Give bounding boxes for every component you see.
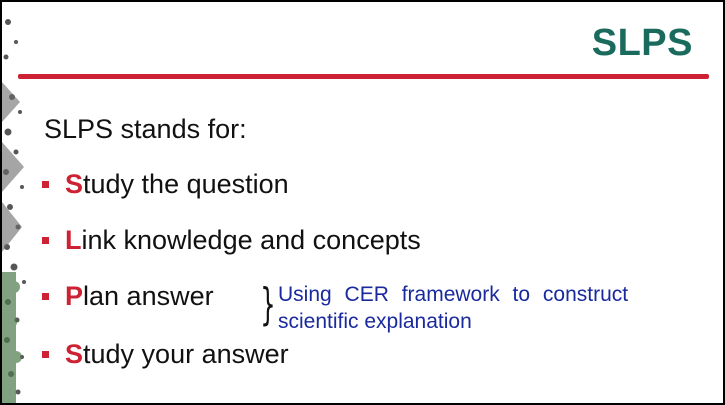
bullet-link-knowledge: L ink knowledge and concepts bbox=[42, 225, 421, 256]
curly-brace-icon: } bbox=[260, 279, 276, 330]
bullet-text: tudy your answer bbox=[83, 339, 289, 369]
cer-note-line-2: scientific explanation bbox=[278, 310, 472, 333]
bullet-initial: S bbox=[65, 339, 84, 369]
bullet-study-question: S tudy the question bbox=[42, 169, 289, 200]
bullet-marker bbox=[42, 351, 49, 358]
slide: SLPS SLPS stands for: S tudy the questio… bbox=[0, 0, 725, 405]
bullet-plan-answer: P lan answer bbox=[42, 281, 214, 312]
bullet-text: tudy the question bbox=[83, 169, 289, 199]
bullet-marker bbox=[42, 237, 49, 244]
bullet-text: ink knowledge and concepts bbox=[81, 225, 421, 255]
bullet-marker bbox=[42, 293, 49, 300]
slide-title: SLPS bbox=[591, 22, 693, 64]
bullet-initial: P bbox=[65, 281, 84, 311]
bullet-initial: S bbox=[65, 169, 84, 199]
bullet-marker bbox=[42, 181, 49, 188]
decorative-tree-edge bbox=[2, 19, 26, 403]
intro-text: SLPS stands for: bbox=[44, 114, 247, 144]
bullet-text: lan answer bbox=[83, 281, 214, 311]
title-divider bbox=[18, 74, 709, 79]
cer-note-line-1: Using CER framework to construct bbox=[278, 283, 629, 306]
bullet-initial: L bbox=[65, 225, 82, 255]
bullet-study-answer: S tudy your answer bbox=[42, 339, 289, 370]
cer-note: Using CER framework to construct scienti… bbox=[278, 281, 628, 335]
